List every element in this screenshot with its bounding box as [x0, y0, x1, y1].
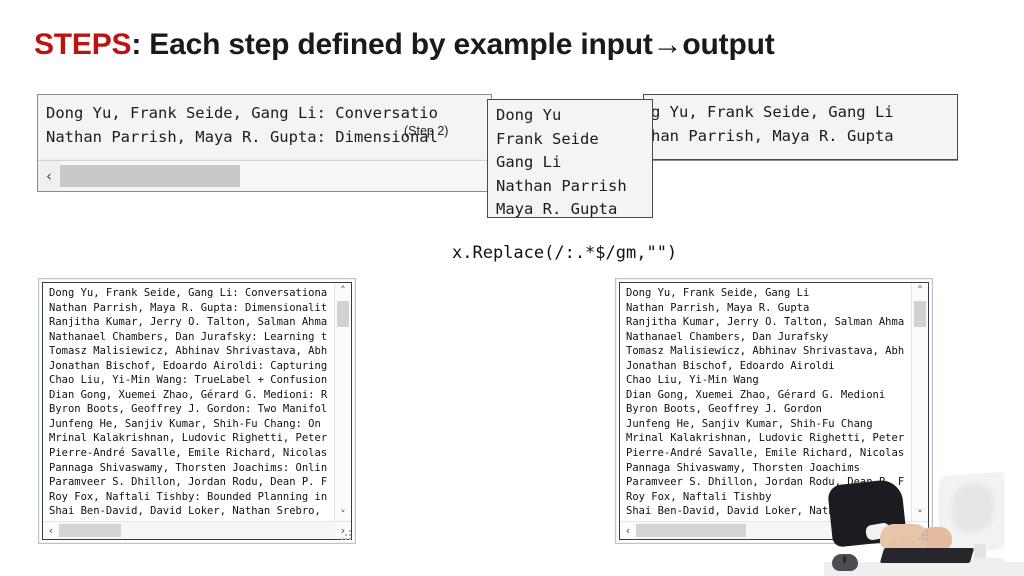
keyboard-icon [879, 548, 975, 563]
scroll-left-arrow-icon[interactable]: ‹ [38, 167, 60, 185]
resize-grip-icon[interactable] [918, 530, 930, 542]
input-horizontal-scrollbar[interactable]: ‹ [38, 160, 491, 191]
output-text-box[interactable]: g Yu, Frank Seide, Gang Li han Parrish, … [643, 94, 958, 160]
scroll-left-arrow-icon[interactable]: ‹ [43, 524, 59, 537]
output-panel-divider [643, 160, 958, 161]
page-title-keyword: STEPS [34, 28, 132, 61]
mouse-icon [832, 554, 858, 571]
step-popup-lines: Dong Yu Frank Seide Gang Li Nathan Parri… [496, 106, 627, 217]
output-list-hscroll-thumb[interactable] [636, 524, 746, 537]
input-list-panel[interactable]: Dong Yu, Frank Seide, Gang Li: Conversat… [38, 278, 356, 544]
scroll-up-arrow-icon[interactable]: ˄ [912, 283, 928, 298]
step-popup-body: Dong Yu Frank Seide Gang Li Nathan Parri… [488, 100, 652, 217]
scroll-down-arrow-icon[interactable]: ˅ [335, 507, 351, 522]
input-text-box[interactable]: Dong Yu, Frank Seide, Gang Li: Conversat… [37, 94, 492, 192]
input-list-lines: Dong Yu, Frank Seide, Gang Li: Conversat… [49, 287, 328, 518]
transform-expression: x.Replace(/:.*$/gm,"") [452, 243, 678, 263]
page-title: STEPS: Each step defined by example inpu… [34, 28, 775, 62]
resize-grip-icon[interactable] [341, 530, 353, 542]
output-text-lines: g Yu, Frank Seide, Gang Li han Parrish, … [651, 103, 894, 145]
output-text-area[interactable]: g Yu, Frank Seide, Gang Li han Parrish, … [644, 95, 957, 159]
input-hscroll-track[interactable] [60, 161, 491, 191]
input-list-body[interactable]: Dong Yu, Frank Seide, Gang Li: Conversat… [43, 283, 335, 522]
step-result-popup[interactable]: Dong Yu Frank Seide Gang Li Nathan Parri… [487, 99, 653, 218]
monitor-screen-icon [952, 482, 994, 534]
input-hscroll-thumb[interactable] [60, 165, 240, 187]
input-list-hscroll-track[interactable] [59, 522, 335, 539]
output-list-vscroll-thumb[interactable] [914, 301, 926, 327]
input-list-vscroll-thumb[interactable] [337, 301, 349, 327]
input-list-frame: Dong Yu, Frank Seide, Gang Li: Conversat… [42, 282, 352, 540]
desk-keyboard-photo [824, 468, 1024, 576]
input-text-lines: Dong Yu, Frank Seide, Gang Li: Conversat… [46, 104, 438, 146]
page-title-rest: : Each step defined by example input→out… [131, 28, 775, 61]
input-list-horizontal-scrollbar[interactable]: ‹ › [43, 521, 351, 539]
scroll-up-arrow-icon[interactable]: ˄ [335, 283, 351, 298]
input-list-vertical-scrollbar[interactable]: ˄ ˅ [334, 283, 351, 522]
step-badge: (Step 2) [404, 124, 449, 138]
scroll-left-arrow-icon[interactable]: ‹ [620, 524, 636, 537]
input-list-hscroll-thumb[interactable] [59, 524, 121, 537]
